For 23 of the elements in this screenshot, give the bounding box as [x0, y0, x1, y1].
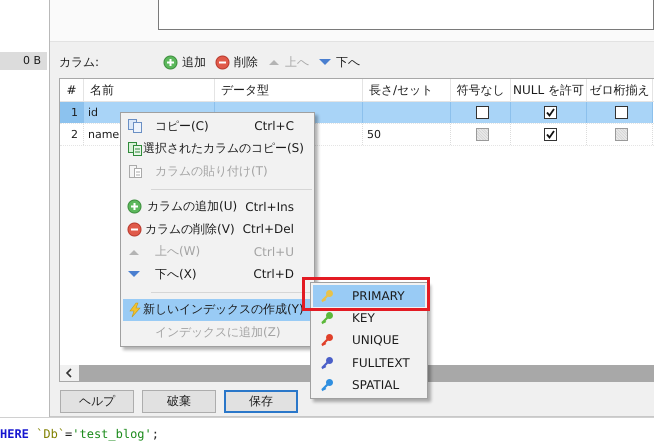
shortcut-label: Ctrl+U [254, 244, 294, 259]
menu-item-label: 選択されたカラムのコピー(S) [143, 140, 304, 158]
size-label: 0 B [0, 52, 47, 70]
menu-item-label: カラムの削除(V) [145, 220, 235, 238]
menu-item-label: PRIMARY [352, 289, 405, 304]
sql-code-line: HERE `Db`='test_blog'; [0, 427, 159, 441]
shortcut-label: Ctrl+Ins [245, 200, 294, 214]
shortcut-label: Ctrl+D [253, 267, 294, 282]
menu-item-label: 下へ(X) [155, 266, 198, 283]
row-number: 2 [60, 124, 84, 145]
menu-item-label: カラムの貼り付け(T) [155, 162, 269, 180]
columns-label: カラム: [59, 54, 100, 70]
menu-item-label: KEY [352, 311, 375, 326]
menu-item-label: SPATIAL [352, 378, 400, 392]
menu-item-label: インデックスに追加(Z) [155, 324, 282, 341]
menu-item-label: UNIQUE [352, 333, 400, 348]
row-number: 1 [60, 102, 84, 123]
shortcut-label: Ctrl+Del [242, 222, 294, 236]
menu-item-label: コピー(C) [155, 118, 210, 135]
menu-item-label: FULLTEXT [352, 356, 410, 370]
menu-item-label: 上へ(W) [155, 243, 202, 260]
menu-item-label: カラムの追加(U) [147, 198, 238, 216]
shortcut-label: Ctrl+C [254, 119, 294, 134]
